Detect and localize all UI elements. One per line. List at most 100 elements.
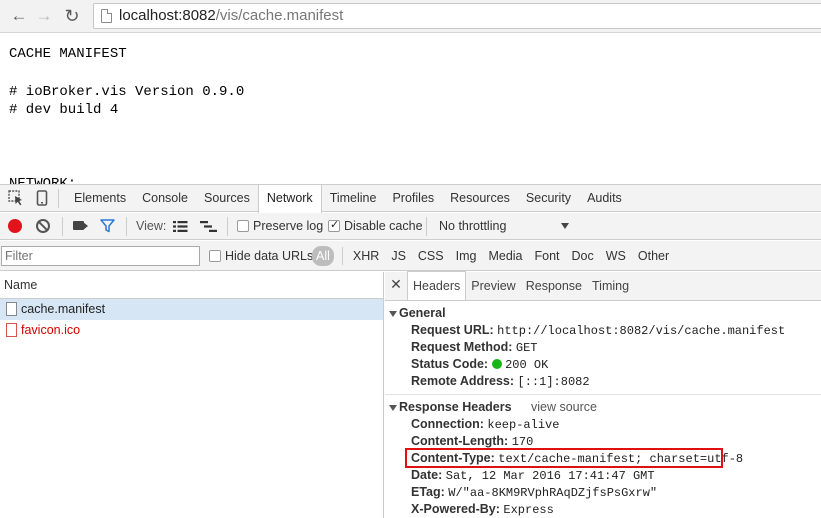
response-headers-section-header[interactable]: Response Headers view source (385, 399, 821, 416)
tab-preview[interactable]: Preview (466, 272, 520, 300)
preserve-log-label[interactable]: Preserve log (253, 219, 323, 233)
tab-timing[interactable]: Timing (587, 272, 634, 300)
type-filter-media[interactable]: Media (482, 246, 528, 266)
general-section-header[interactable]: General (385, 305, 821, 322)
tab-sources[interactable]: Sources (196, 185, 258, 212)
header-value: 200 OK (505, 358, 549, 372)
toolbar-divider (227, 217, 228, 236)
tab-audits[interactable]: Audits (579, 185, 630, 212)
devtools-panel: Elements Console Sources Network Timelin… (0, 184, 821, 518)
toolbar-divider (62, 217, 63, 236)
tab-console[interactable]: Console (134, 185, 196, 212)
tab-response[interactable]: Response (521, 272, 587, 300)
disable-cache-checkbox[interactable] (328, 218, 340, 232)
header-value: [::1]:8082 (517, 375, 590, 389)
details-tabbar: ✕ Headers Preview Response Timing (385, 271, 821, 301)
filter-icon[interactable] (100, 219, 115, 233)
address-bar[interactable]: localhost:8082/vis/cache.manifest (93, 3, 821, 29)
header-key: X-Powered-By: (411, 502, 500, 516)
tab-timeline[interactable]: Timeline (322, 185, 385, 212)
section-divider (385, 394, 821, 395)
overview-view-icon[interactable] (200, 221, 217, 232)
large-rows-view-icon[interactable] (173, 221, 188, 232)
type-filter-doc[interactable]: Doc (566, 246, 600, 266)
request-row[interactable]: favicon.ico (0, 320, 383, 341)
type-filter-js[interactable]: JS (385, 246, 412, 266)
type-filter-img[interactable]: Img (450, 246, 483, 266)
close-icon[interactable]: ✕ (385, 271, 407, 300)
clear-icon[interactable] (36, 219, 50, 233)
header-key: Request Method: (411, 340, 513, 354)
type-filter-all[interactable]: All (312, 246, 334, 266)
header-key: Date: (411, 468, 443, 482)
header-key: Status Code: (411, 357, 489, 371)
type-filter-xhr[interactable]: XHR (347, 246, 385, 266)
inspect-element-icon[interactable] (8, 190, 24, 206)
header-value: keep-alive (487, 418, 560, 432)
back-arrow-icon[interactable]: ← (9, 6, 29, 26)
status-ok-icon (492, 359, 503, 369)
devtools-tabbar: Elements Console Sources Network Timelin… (0, 185, 821, 213)
header-row: X-Powered-By: Express (385, 501, 821, 518)
expand-triangle-icon (389, 311, 397, 317)
tab-elements[interactable]: Elements (66, 185, 134, 212)
tab-network[interactable]: Network (257, 185, 322, 213)
url-path: /vis/cache.manifest (215, 7, 344, 24)
tab-profiles[interactable]: Profiles (384, 185, 442, 212)
disable-cache-label[interactable]: Disable cache (344, 219, 423, 233)
toolbar-divider (126, 217, 127, 236)
preserve-log-checkbox[interactable] (237, 220, 249, 232)
request-name: favicon.ico (21, 323, 81, 337)
throttling-select[interactable]: No throttling (439, 219, 506, 233)
request-list: Name cache.manifest favicon.ico (0, 272, 384, 518)
hide-data-urls-checkbox[interactable] (209, 250, 221, 262)
request-row[interactable]: cache.manifest (0, 299, 383, 320)
chevron-down-icon[interactable] (561, 223, 569, 229)
url-host: localhost:8082 (119, 7, 216, 24)
header-value: GET (515, 341, 538, 355)
device-mode-icon[interactable] (34, 190, 50, 206)
network-toolbar: View: Preserve log Disable cache No thro… (0, 213, 821, 240)
header-row: Status Code: 200 OK (385, 356, 821, 373)
request-name: cache.manifest (21, 302, 106, 316)
file-icon (6, 302, 17, 316)
browser-toolbar: ← → ↻ localhost:8082/vis/cache.manifest (0, 0, 821, 33)
page-content: CACHE MANIFEST # ioBroker.vis Version 0.… (0, 34, 821, 184)
header-key: Connection: (411, 417, 484, 431)
type-filter-other[interactable]: Other (632, 246, 675, 266)
view-source-link[interactable]: view source (531, 399, 597, 416)
type-filter-ws[interactable]: WS (600, 246, 632, 266)
header-row: Request Method: GET (385, 339, 821, 356)
type-filter-font[interactable]: Font (529, 246, 566, 266)
header-value: text/cache-manifest; charset=utf-8 (498, 452, 744, 466)
tab-security[interactable]: Security (518, 185, 579, 212)
manifest-line: NETWORK: (9, 176, 77, 184)
name-column-header[interactable]: Name (0, 272, 383, 299)
request-details: ✕ Headers Preview Response Timing Genera… (385, 271, 821, 518)
file-error-icon (6, 323, 17, 337)
url-text[interactable]: localhost:8082/vis/cache.manifest (119, 7, 343, 25)
header-key: Content-Length: (411, 434, 509, 448)
filter-input[interactable] (1, 246, 200, 266)
record-button[interactable] (8, 219, 22, 233)
forward-arrow-icon[interactable]: → (34, 6, 54, 26)
view-label: View: (136, 219, 167, 233)
resource-type-filters: All XHR JS CSS Img Media Font Doc WS Oth… (312, 246, 675, 266)
hide-data-urls-label[interactable]: Hide data URLs (225, 249, 313, 263)
header-value: 170 (511, 435, 534, 449)
reload-icon[interactable]: ↻ (62, 6, 82, 26)
tab-resources[interactable]: Resources (442, 185, 518, 212)
header-row: Request URL: http://localhost:8082/vis/c… (385, 322, 821, 339)
header-row: Connection: keep-alive (385, 416, 821, 433)
tab-headers[interactable]: Headers (407, 271, 467, 300)
header-value: W/"aa-8KM9RVphRAqDZjfsPsGxrw" (448, 486, 658, 500)
header-row: Content-Type: text/cache-manifest; chars… (385, 448, 821, 468)
header-key: Request URL: (411, 323, 494, 337)
filter-divider (341, 247, 343, 265)
capture-screenshots-icon[interactable] (73, 221, 88, 230)
manifest-line: # ioBroker.vis Version 0.9.0 (9, 84, 245, 100)
page-icon (101, 9, 112, 23)
type-filter-css[interactable]: CSS (412, 246, 450, 266)
header-key: Content-Type: (411, 451, 495, 465)
devtools-tabs: Elements Console Sources Network Timelin… (66, 185, 630, 213)
